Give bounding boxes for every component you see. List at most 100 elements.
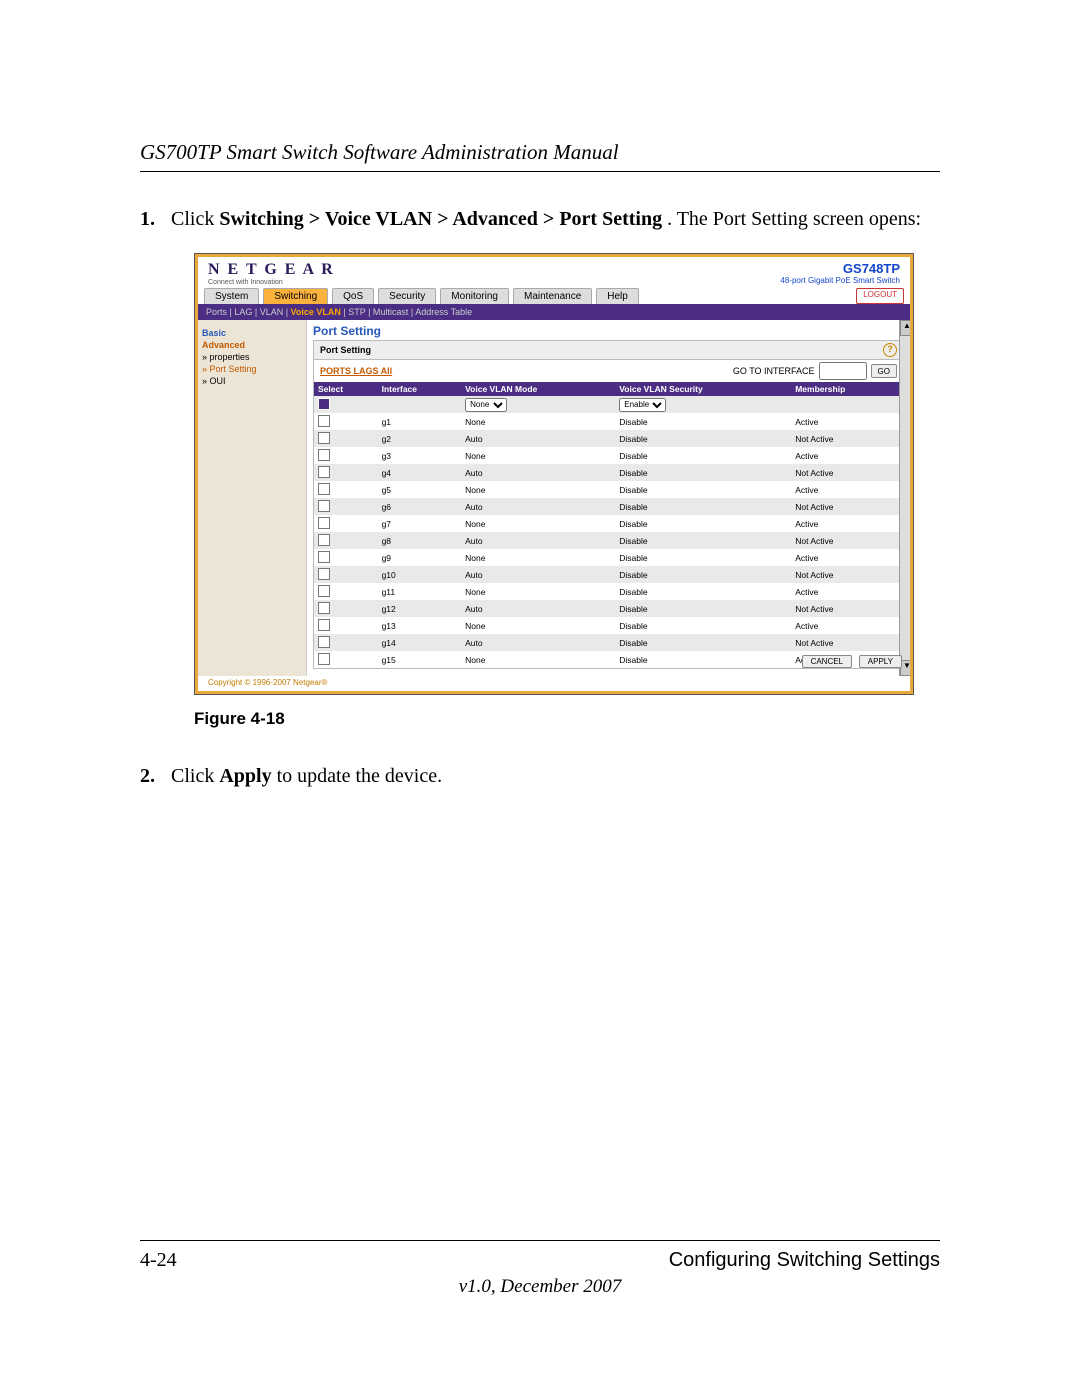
scroll-up-icon[interactable]: ▲ bbox=[900, 320, 910, 336]
side-properties[interactable]: » properties bbox=[202, 352, 302, 362]
step-2-text-c: to update the device. bbox=[277, 765, 443, 787]
model-number: GS748TP bbox=[780, 261, 900, 276]
step-2-num: 2. bbox=[140, 763, 166, 790]
subnav[interactable]: Ports | LAG | VLAN | Voice VLAN | STP | … bbox=[198, 304, 910, 320]
cell-mode: Auto bbox=[461, 634, 615, 651]
table-row: g14AutoDisableNot Active bbox=[314, 634, 903, 651]
model-desc: 48-port Gigabit PoE Smart Switch bbox=[780, 276, 900, 285]
cell-membership: Active bbox=[791, 617, 903, 634]
row-checkbox[interactable] bbox=[318, 585, 330, 597]
cell-membership: Not Active bbox=[791, 532, 903, 549]
cell-interface: g6 bbox=[378, 498, 462, 515]
step-1: 1. Click Switching > Voice VLAN > Advanc… bbox=[140, 206, 940, 233]
row-checkbox[interactable] bbox=[318, 500, 330, 512]
select-all-checkbox[interactable] bbox=[318, 398, 330, 410]
cell-interface: g4 bbox=[378, 464, 462, 481]
row-checkbox[interactable] bbox=[318, 636, 330, 648]
doc-version: v1.0, December 2007 bbox=[140, 1272, 940, 1298]
side-port-setting[interactable]: » Port Setting bbox=[202, 364, 302, 374]
apply-button[interactable]: APPLY bbox=[859, 655, 902, 668]
cell-security: Disable bbox=[615, 566, 791, 583]
tab-security[interactable]: Security bbox=[378, 288, 436, 304]
row-checkbox[interactable] bbox=[318, 534, 330, 546]
row-checkbox[interactable] bbox=[318, 568, 330, 580]
cell-membership: Active bbox=[791, 481, 903, 498]
mode-select[interactable]: None bbox=[465, 398, 507, 412]
col-header: Voice VLAN Mode bbox=[461, 382, 615, 396]
row-checkbox[interactable] bbox=[318, 602, 330, 614]
sidebar: Basic Advanced » properties » Port Setti… bbox=[198, 320, 307, 676]
ports-lags-all-link[interactable]: PORTS LAGS All bbox=[320, 366, 392, 376]
col-header: Membership bbox=[791, 382, 903, 396]
row-checkbox[interactable] bbox=[318, 517, 330, 529]
cell-interface: g2 bbox=[378, 430, 462, 447]
tab-maintenance[interactable]: Maintenance bbox=[513, 288, 592, 304]
side-advanced[interactable]: Advanced bbox=[202, 340, 302, 350]
table-row: g12AutoDisableNot Active bbox=[314, 600, 903, 617]
page-number: 4-24 bbox=[140, 1249, 177, 1272]
table-row: g2AutoDisableNot Active bbox=[314, 430, 903, 447]
step-1-text-c: . The Port Setting screen opens: bbox=[667, 208, 921, 230]
help-icon[interactable]: ? bbox=[883, 343, 897, 357]
cell-membership: Active bbox=[791, 583, 903, 600]
tab-help[interactable]: Help bbox=[596, 288, 639, 304]
side-oui[interactable]: » OUI bbox=[202, 376, 302, 386]
box-title: Port Setting bbox=[320, 345, 371, 355]
screenshot-port-setting: N E T G E A R Connect with Innovation GS… bbox=[194, 253, 914, 695]
cell-interface: g15 bbox=[378, 651, 462, 668]
step-2: 2. Click Apply to update the device. bbox=[140, 763, 940, 790]
tab-monitoring[interactable]: Monitoring bbox=[440, 288, 509, 304]
cell-mode: Auto bbox=[461, 566, 615, 583]
cell-membership: Not Active bbox=[791, 464, 903, 481]
cell-interface: g5 bbox=[378, 481, 462, 498]
scrollbar[interactable]: ▲ ▼ bbox=[899, 320, 910, 676]
row-checkbox[interactable] bbox=[318, 449, 330, 461]
cell-interface: g3 bbox=[378, 447, 462, 464]
cell-interface: g8 bbox=[378, 532, 462, 549]
logout-button[interactable]: LOGOUT bbox=[856, 288, 904, 304]
tab-switching[interactable]: Switching bbox=[263, 288, 328, 304]
go-button[interactable]: GO bbox=[871, 364, 897, 378]
doc-header: GS700TP Smart Switch Software Administra… bbox=[140, 140, 940, 172]
step-2-bold: Apply bbox=[219, 765, 271, 787]
logo-tagline: Connect with Innovation bbox=[208, 279, 335, 286]
table-row: g10AutoDisableNot Active bbox=[314, 566, 903, 583]
security-select[interactable]: Enable bbox=[619, 398, 666, 412]
cell-mode: Auto bbox=[461, 532, 615, 549]
chapter-title: Configuring Switching Settings bbox=[669, 1249, 940, 1272]
copyright: Copyright © 1996-2007 Netgear® bbox=[208, 678, 327, 687]
cell-security: Disable bbox=[615, 515, 791, 532]
cell-membership: Not Active bbox=[791, 634, 903, 651]
row-checkbox[interactable] bbox=[318, 483, 330, 495]
goto-interface-input[interactable] bbox=[819, 362, 867, 380]
row-checkbox[interactable] bbox=[318, 415, 330, 427]
cell-mode: Auto bbox=[461, 464, 615, 481]
row-checkbox[interactable] bbox=[318, 653, 330, 665]
row-checkbox[interactable] bbox=[318, 619, 330, 631]
cell-mode: Auto bbox=[461, 498, 615, 515]
row-checkbox[interactable] bbox=[318, 551, 330, 563]
cell-security: Disable bbox=[615, 600, 791, 617]
cancel-button[interactable]: CANCEL bbox=[802, 655, 852, 668]
cell-mode: None bbox=[461, 481, 615, 498]
pane-title: Port Setting bbox=[313, 324, 904, 338]
side-basic[interactable]: Basic bbox=[202, 328, 302, 338]
tab-system[interactable]: System bbox=[204, 288, 259, 304]
cell-interface: g11 bbox=[378, 583, 462, 600]
table-row: g7NoneDisableActive bbox=[314, 515, 903, 532]
table-row: g9NoneDisableActive bbox=[314, 549, 903, 566]
cell-interface: g14 bbox=[378, 634, 462, 651]
row-checkbox[interactable] bbox=[318, 466, 330, 478]
cell-membership: Not Active bbox=[791, 498, 903, 515]
table-row: g6AutoDisableNot Active bbox=[314, 498, 903, 515]
cell-security: Disable bbox=[615, 617, 791, 634]
cell-mode: None bbox=[461, 447, 615, 464]
cell-mode: None bbox=[461, 515, 615, 532]
subnav-voice-vlan[interactable]: Voice VLAN bbox=[291, 307, 341, 317]
table-row: g3NoneDisableActive bbox=[314, 447, 903, 464]
cell-membership: Active bbox=[791, 515, 903, 532]
cell-interface: g12 bbox=[378, 600, 462, 617]
tab-qos[interactable]: QoS bbox=[332, 288, 374, 304]
step-1-path: Switching > Voice VLAN > Advanced > Port… bbox=[219, 208, 662, 230]
row-checkbox[interactable] bbox=[318, 432, 330, 444]
